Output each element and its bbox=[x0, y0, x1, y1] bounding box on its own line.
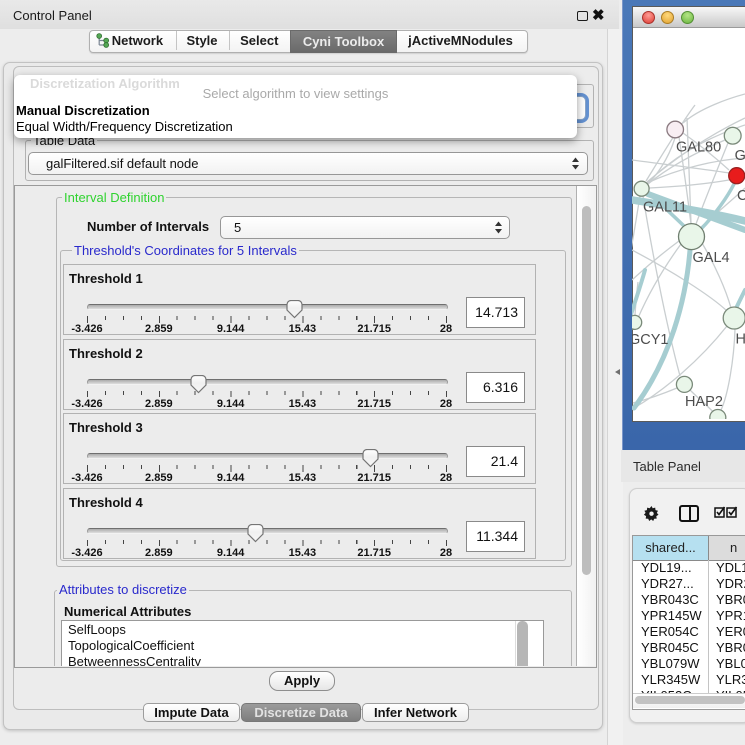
svg-text:CD: CD bbox=[737, 188, 745, 204]
svg-text:GAL11: GAL11 bbox=[643, 200, 687, 216]
svg-text:GCY1: GCY1 bbox=[632, 332, 669, 348]
svg-text:GAL80: GAL80 bbox=[676, 140, 721, 156]
svg-text:HAP2: HAP2 bbox=[685, 394, 723, 410]
svg-text:GAL: GAL bbox=[735, 148, 745, 164]
svg-text:GAL4: GAL4 bbox=[693, 250, 730, 266]
svg-text:HA: HA bbox=[736, 332, 745, 348]
